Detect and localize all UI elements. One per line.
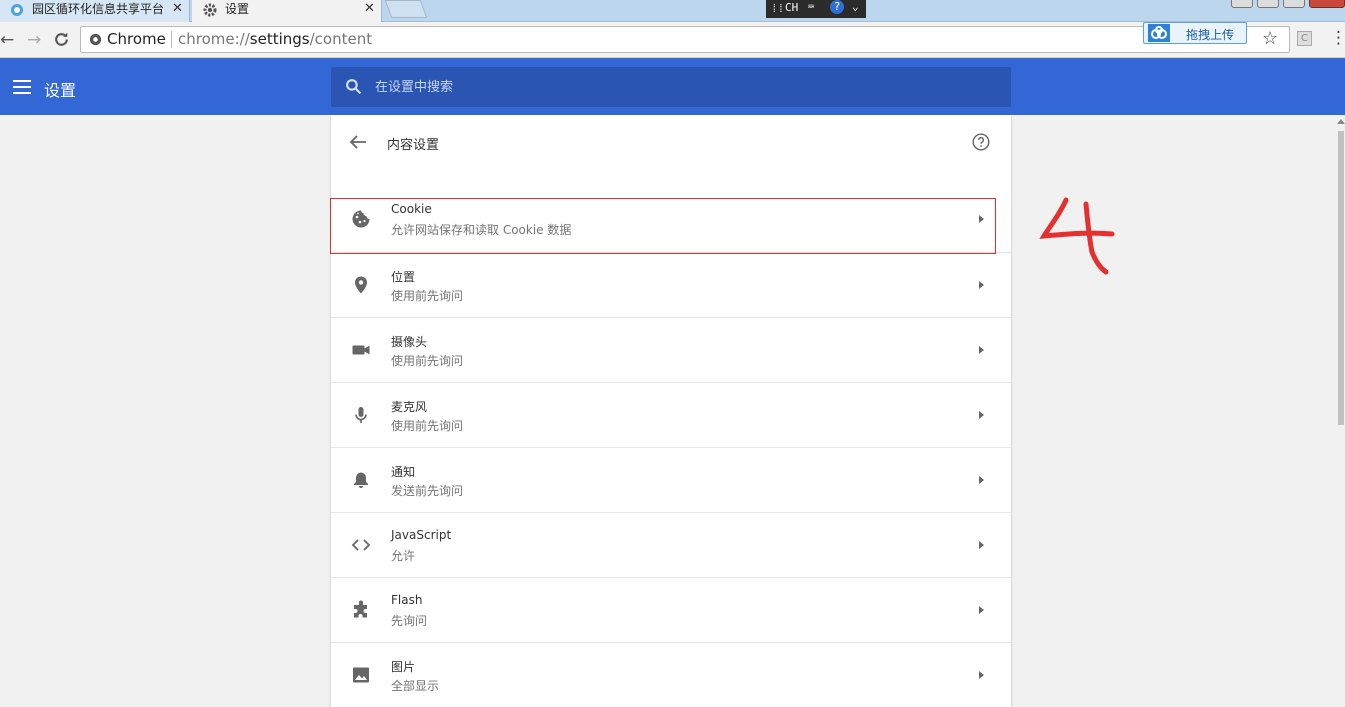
setting-row-javascript[interactable]: JavaScript 允许 (331, 512, 1011, 577)
search-input[interactable] (375, 76, 975, 98)
url-host: settings (249, 30, 310, 48)
url-scheme: chrome:// (178, 30, 250, 48)
chevron-right-icon (979, 606, 984, 614)
row-subtitle: 使用前先询问 (391, 419, 464, 433)
url-path: /content (309, 30, 373, 48)
setting-row-microphone[interactable]: 麦克风 使用前先询问 (331, 382, 1011, 447)
url-text[interactable]: chrome://settings/content (178, 30, 372, 48)
chevron-right-icon (979, 411, 984, 419)
row-title: JavaScript (391, 528, 452, 542)
row-title: 图片 (391, 660, 416, 674)
setting-row-flash[interactable]: Flash 先询问 (331, 577, 1011, 642)
chrome-logo-icon (89, 33, 102, 46)
back-arrow-icon[interactable] (349, 134, 367, 150)
ime-language-label[interactable]: CH (785, 1, 798, 14)
user-icon[interactable] (1231, 0, 1253, 8)
setting-row-notifications[interactable]: 通知 发送前先询问 (331, 447, 1011, 512)
settings-header: 设置 (0, 58, 1345, 115)
page-scrollbar[interactable] (1335, 115, 1345, 707)
setting-row-camera[interactable]: 摄像头 使用前先询问 (331, 317, 1011, 382)
search-box[interactable] (331, 67, 1011, 107)
row-subtitle: 使用前先询问 (391, 289, 464, 303)
code-icon (351, 539, 371, 551)
close-window-button[interactable] (1309, 0, 1345, 8)
chip-label: Chrome (107, 30, 166, 48)
chevron-right-icon (979, 476, 984, 484)
cloud-icon (1148, 24, 1170, 42)
upload-label: 拖拽上传 (1186, 28, 1235, 42)
tab-title: 设置 (225, 2, 250, 16)
browser-toolbar: ← → Chrome chrome://settings/content 拖拽上… (0, 22, 1345, 58)
row-title: Flash (391, 593, 423, 607)
row-title: 通知 (391, 465, 416, 479)
row-title: 摄像头 (391, 335, 428, 349)
site-favicon-icon (11, 4, 23, 16)
row-subtitle: 允许 (391, 549, 416, 563)
help-icon[interactable]: ? (830, 0, 844, 14)
minimize-button[interactable] (1257, 0, 1279, 8)
security-chip[interactable]: Chrome (89, 30, 166, 48)
tab-title: 园区循环化信息共享平台 (32, 2, 165, 16)
hamburger-menu-icon[interactable] (13, 80, 31, 94)
row-subtitle: 全部显示 (391, 679, 440, 693)
extension-icon[interactable]: C (1297, 31, 1312, 46)
tab-close-icon[interactable]: ✕ (364, 0, 375, 18)
bell-icon (354, 472, 368, 488)
location-pin-icon (355, 276, 367, 294)
row-title: 位置 (391, 270, 416, 284)
setting-row-images[interactable]: 图片 全部显示 (331, 642, 1011, 707)
bookmark-star-icon[interactable]: ☆ (1262, 28, 1278, 49)
address-bar[interactable]: Chrome chrome://settings/content (80, 26, 1290, 53)
back-button[interactable]: ← (0, 30, 14, 50)
chevron-right-icon (979, 281, 984, 289)
keyboard-icon[interactable]: ⌨ (808, 2, 814, 13)
puzzle-icon (354, 600, 367, 618)
chevron-down-icon[interactable]: ⌄ (852, 0, 859, 13)
help-circle-icon[interactable] (972, 133, 990, 151)
camera-icon (352, 345, 370, 355)
gear-icon (203, 3, 217, 17)
scrollbar-thumb[interactable] (1338, 131, 1344, 425)
tab-close-icon[interactable]: ✕ (172, 0, 183, 18)
tab-circular-platform[interactable]: 园区循环化信息共享平台 ✕ (0, 0, 190, 22)
ime-grip-icon: ⁞⁞ (771, 2, 785, 15)
maximize-button[interactable] (1283, 0, 1305, 8)
row-subtitle: 发送前先询问 (391, 484, 464, 498)
image-icon (353, 667, 369, 683)
chevron-right-icon (979, 541, 984, 549)
step-number-annotation (1039, 197, 1115, 275)
upload-button[interactable]: 拖拽上传 (1143, 22, 1247, 44)
chevron-right-icon (979, 346, 984, 354)
tab-settings[interactable]: 设置 ✕ (192, 0, 382, 22)
row-subtitle: 先询问 (391, 614, 428, 628)
microphone-icon (355, 407, 367, 423)
row-title: 麦克风 (391, 400, 428, 414)
search-icon (346, 79, 362, 95)
menu-icon[interactable]: ⋮ (1330, 28, 1345, 48)
divider (171, 31, 172, 48)
new-tab-button[interactable] (384, 0, 428, 18)
forward-button[interactable]: → (27, 30, 41, 50)
row-subtitle: 使用前先询问 (391, 354, 464, 368)
section-title: 内容设置 (387, 138, 440, 153)
setting-row-location[interactable]: 位置 使用前先询问 (331, 252, 1011, 317)
chevron-right-icon (979, 671, 984, 679)
reload-icon[interactable] (53, 31, 70, 48)
page-title: 设置 (44, 81, 77, 100)
scroll-up-arrow-icon[interactable] (1337, 119, 1345, 124)
cookie-highlight-box (330, 198, 996, 254)
tab-strip: 园区循环化信息共享平台 ✕ 设置 ✕ ⁞⁞ CH ⌨ ? ⌄ (0, 0, 1345, 22)
ime-toolbar[interactable]: ⁞⁞ CH ⌨ ? ⌄ (766, 0, 866, 18)
